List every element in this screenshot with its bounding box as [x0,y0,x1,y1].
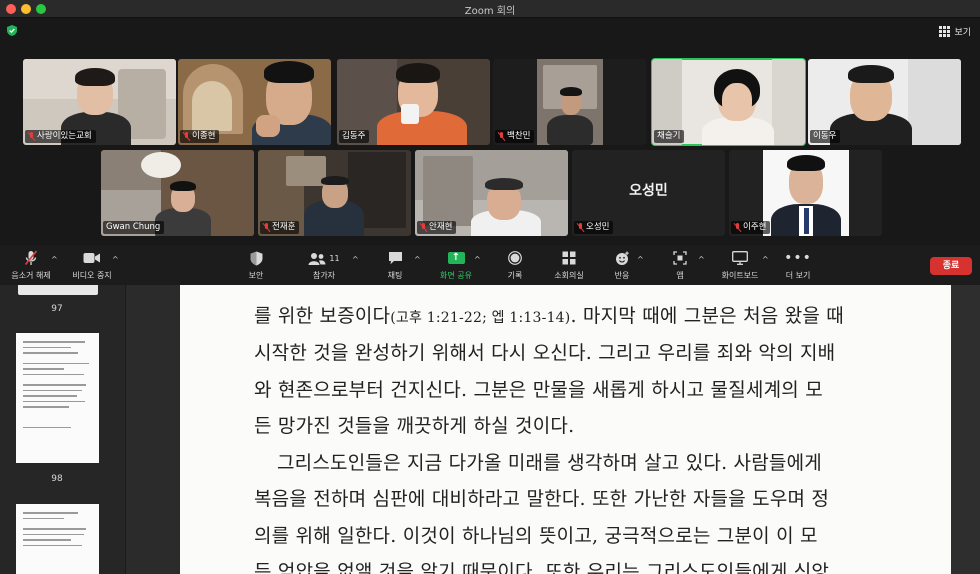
emoji-reaction-icon [615,251,629,265]
participants-icon [308,252,326,265]
thumbnail-page-97[interactable] [18,285,98,295]
muted-mic-icon [263,223,270,232]
muted-mic-icon [183,132,190,141]
record-icon [508,251,522,265]
thumbnail-page-99[interactable] [16,504,99,574]
participant-name: 오성민 [574,221,614,234]
pdf-viewer: 97 98 를 위한 보증이다(고후 1:21-22; 엡 1:13-14). … [0,285,980,574]
text-line: 그리스도인들은 지금 다가올 미래를 생각하며 살고 있다. 사람들에게 [277,452,822,474]
participant-name: 사랑이있는교회 [25,130,96,143]
muted-mic-icon [577,223,584,232]
breakout-rooms-button[interactable]: 소회의실 [552,250,586,281]
whiteboard-button[interactable]: 화이트보드 [721,250,759,281]
participant-name: 채슬기 [654,130,685,143]
reactions-caret-icon[interactable]: ^ [637,255,644,264]
breakout-rooms-icon [562,251,576,265]
text-line: 복음을 전하며 심판에 대비하라고 말한다. 또한 가난한 자들을 도우며 정 [254,488,830,510]
participant-name: Gwan Chung [103,221,165,234]
apps-caret-icon[interactable]: ^ [698,255,705,264]
more-dots-icon: ••• [784,250,812,266]
participant-name: 백찬민 [495,130,535,143]
end-meeting-button[interactable]: 종료 [930,257,972,275]
video-tile[interactable]: 김동주 [337,59,490,145]
text-line: 와 현존으로부터 건지신다. 그분은 만물을 새롭게 하시고 물질세계의 모 [254,379,823,401]
view-button[interactable]: 보기 [939,25,971,38]
reactions-button[interactable]: 반응 [609,250,635,281]
encryption-shield-icon[interactable] [7,25,17,36]
video-camera-icon [83,253,100,263]
chat-caret-icon[interactable]: ^ [414,255,421,264]
unmute-button[interactable]: 음소거 해제 [8,250,54,281]
screen: 97 98 를 위한 보증이다(고후 1:21-22; 엡 1:13-14). … [0,0,980,574]
video-tile[interactable]: 전재훈 [258,150,411,236]
whiteboard-icon [732,251,748,265]
thumbnail-sidebar[interactable]: 97 98 [0,285,126,574]
participant-name: 안재현 [417,221,457,234]
record-button[interactable]: 기록 [500,250,530,281]
participants-button[interactable]: 11 참가자 [306,250,342,281]
audio-options-caret-icon[interactable]: ^ [51,255,58,264]
share-caret-icon[interactable]: ^ [474,255,481,264]
grid-view-icon [939,26,951,37]
muted-mic-icon [498,132,505,141]
video-tile-video-off[interactable]: 오성민 오성민 [572,150,725,236]
video-tile[interactable]: 이동우 [808,59,961,145]
participant-name: 전재훈 [260,221,300,234]
video-tile[interactable]: 안재현 [415,150,568,236]
participants-caret-icon[interactable]: ^ [352,255,359,264]
muted-mic-icon [24,250,38,266]
video-tile[interactable]: 백찬민 [493,59,646,145]
text-line: 의를 위해 일한다. 이것이 하나님의 뜻이고, 궁극적으로는 그분이 이 모 [254,525,818,547]
participant-display-name: 오성민 [629,183,668,199]
video-tile[interactable]: 이주현 [729,150,882,236]
page-number-97: 97 [51,304,63,314]
participant-name: 김동주 [339,130,370,143]
apps-icon [673,251,687,265]
participant-name: 이종현 [180,130,220,143]
video-tile[interactable]: 사랑이있는교회 [23,59,176,145]
muted-mic-icon [734,223,741,232]
document-page: 를 위한 보증이다(고후 1:21-22; 엡 1:13-14). 마지막 때에… [180,285,951,574]
title-bar: Zoom 회의 [0,0,980,18]
more-button[interactable]: ••• 더 보기 [784,250,812,281]
text-line: 든 망가진 것들을 깨끗하게 하실 것이다. [254,415,575,437]
video-tile[interactable]: Gwan Chung [101,150,254,236]
share-screen-icon: ↑ [447,252,465,264]
muted-mic-icon [420,223,427,232]
viewer-gutter [951,285,980,574]
muted-mic-icon [28,132,35,141]
chat-button[interactable]: 채팅 [380,250,410,281]
view-label: 보기 [954,28,971,38]
stop-video-button[interactable]: 비디오 중지 [70,250,114,281]
participant-name: 이주현 [731,221,771,234]
participants-count: 11 [329,253,340,263]
share-screen-button[interactable]: ↑ 화면 공유 [436,250,476,281]
text-line: 시작한 것을 완성하기 위해서 다시 오신다. 그리고 우리를 죄와 악의 지배 [254,342,836,364]
security-button[interactable]: 보안 [240,250,272,281]
participant-name: 이동우 [810,130,841,143]
window-title: Zoom 회의 [464,6,516,17]
chat-bubble-icon [388,252,402,265]
meeting-toolbar: 음소거 해제 ^ 비디오 중지 ^ 보안 11 참가자 ^ 채팅 ^ ↑ 화면 … [0,245,980,285]
video-tile[interactable]: 이종현 [178,59,331,145]
shield-icon [250,251,262,265]
whiteboard-caret-icon[interactable]: ^ [762,255,769,264]
thumbnail-page-98[interactable] [16,333,99,463]
video-tile-active-speaker[interactable]: 채슬기 [651,58,806,146]
apps-button[interactable]: 앱 [668,250,692,281]
text-line: 든 억압을 없앨 것을 알기 때문이다. 또한 우리는 그리스도인들에게 신앙 [254,561,830,574]
page-number-98: 98 [51,474,63,484]
zoom-window: Zoom 회의 보기 사랑이있는교회 이종현 김동주 백찬민 채슬기 이동우 G… [0,0,980,285]
text-line: 를 위한 보증이다(고후 1:21-22; 엡 1:13-14). 마지막 때에… [254,305,844,327]
video-options-caret-icon[interactable]: ^ [112,255,119,264]
